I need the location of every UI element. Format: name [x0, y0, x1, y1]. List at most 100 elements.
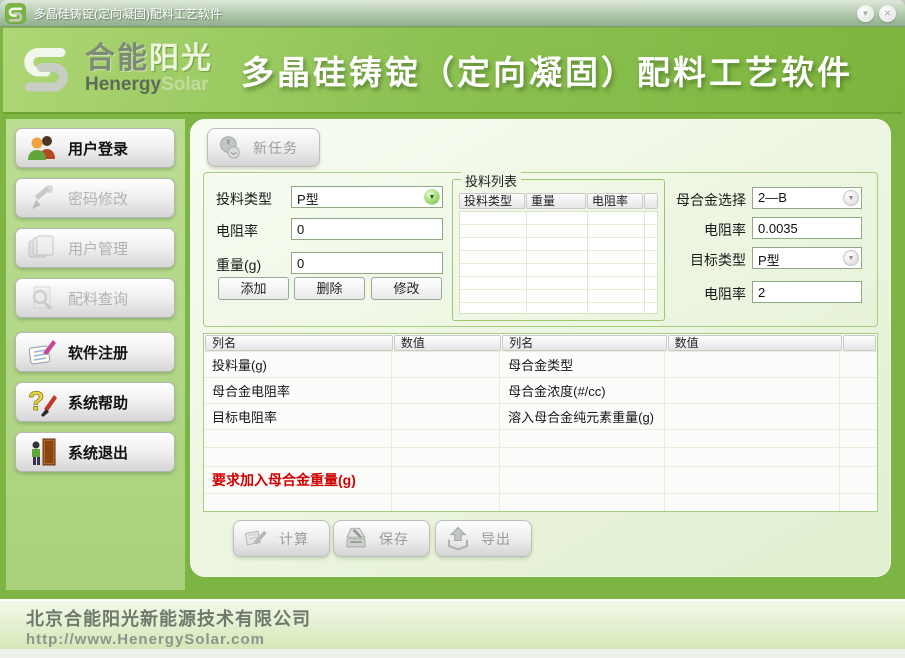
- result-col-name1[interactable]: 列名: [205, 335, 393, 351]
- sidebar-item-label: 用户管理: [68, 238, 128, 259]
- sidebar-item-system-exit[interactable]: 系统退出: [15, 432, 175, 472]
- result-cell: [500, 467, 665, 493]
- chevron-down-icon[interactable]: ▼: [424, 189, 440, 205]
- footer: 北京合能阳光新能源技术有限公司 http://www.HenergySolar.…: [0, 599, 905, 649]
- feed-list-col-type[interactable]: 投料类型: [459, 193, 525, 209]
- sidebar-item-label: 用户登录: [68, 138, 128, 159]
- sidebar: 用户登录 密码修改 用户管理: [6, 119, 185, 590]
- sidebar-item-software-register[interactable]: 软件注册: [15, 332, 175, 372]
- result-cell: [665, 404, 840, 429]
- notepad-pen-icon: [26, 336, 58, 368]
- company-name: 北京合能阳光新能源技术有限公司: [26, 605, 905, 631]
- modify-button[interactable]: 修改: [371, 277, 442, 300]
- feed-list-table[interactable]: 投料类型 重量 电阻率: [459, 193, 658, 314]
- target-type-select[interactable]: P型 ▼: [752, 247, 862, 269]
- sidebar-item-user-management[interactable]: 用户管理: [15, 228, 175, 268]
- sidebar-item-label: 密码修改: [68, 188, 128, 209]
- sidebar-item-batch-query[interactable]: 配料查询: [15, 278, 175, 318]
- result-table-header: 列名 数值 列名 数值: [204, 334, 877, 351]
- save-icon: [343, 525, 371, 553]
- table-row: 投料量(g) 母合金类型: [204, 351, 877, 377]
- new-task-label: 新任务: [253, 138, 298, 158]
- result-col-name2[interactable]: 列名: [502, 335, 666, 351]
- result-cell: [665, 352, 840, 377]
- bottom-strip: [0, 649, 905, 658]
- add-button[interactable]: 添加: [218, 277, 289, 300]
- brand-cn-part1: 合能: [85, 42, 149, 75]
- sidebar-item-user-login[interactable]: 用户登录: [15, 128, 175, 168]
- titlebar: 多晶硅铸锭(定向凝固)配料工艺软件 ▼ ×: [0, 0, 905, 27]
- result-cell: [392, 378, 500, 403]
- result-col-filler: [843, 335, 876, 351]
- brand-name-cn: 合能阳光: [85, 43, 213, 75]
- result-cell: [840, 404, 877, 429]
- result-cell: [665, 430, 840, 447]
- sidebar-item-label: 系统退出: [68, 442, 128, 463]
- result-cell: 母合金浓度(#/cc): [500, 378, 665, 403]
- result-cell: [500, 494, 665, 511]
- question-brush-icon: ?: [26, 386, 58, 418]
- export-button[interactable]: 导出: [435, 520, 532, 557]
- result-cell: 母合金电阻率: [204, 378, 392, 403]
- sidebar-item-password-change[interactable]: 密码修改: [15, 178, 175, 218]
- result-cell: [840, 430, 877, 447]
- feed-list-col-weight[interactable]: 重量: [526, 193, 586, 209]
- new-task-button[interactable]: 新任务: [207, 128, 320, 167]
- export-label: 导出: [481, 529, 511, 549]
- save-button[interactable]: 保存: [333, 520, 430, 557]
- feed-list-groupbox: 投料列表 投料类型 重量 电阻率: [452, 179, 665, 321]
- chevron-down-icon[interactable]: ▼: [843, 250, 859, 266]
- alloy-select-label: 母合金选择: [666, 190, 746, 210]
- close-button[interactable]: ×: [879, 5, 896, 22]
- result-cell: [204, 494, 392, 511]
- pen-icon: [26, 182, 58, 214]
- feed-list-body[interactable]: [459, 211, 658, 314]
- sidebar-item-system-help[interactable]: ? 系统帮助: [15, 382, 175, 422]
- feed-type-select[interactable]: P型 ▼: [291, 186, 443, 208]
- svg-text:?: ?: [28, 386, 45, 416]
- table-row: 母合金电阻率 母合金浓度(#/cc): [204, 377, 877, 403]
- alloy-select[interactable]: 2—B ▼: [752, 187, 862, 209]
- table-row: [204, 447, 877, 465]
- result-cell: [500, 430, 665, 447]
- brand-s-icon: [15, 39, 77, 99]
- table-row: [204, 429, 877, 447]
- feed-list-col-resistivity[interactable]: 电阻率: [587, 193, 643, 209]
- table-row: 目标电阻率 溶入母合金纯元素重量(g): [204, 403, 877, 429]
- result-cell: [500, 448, 665, 465]
- delete-button[interactable]: 删除: [294, 277, 365, 300]
- feed-resistivity-input[interactable]: [291, 218, 443, 240]
- result-col-value2[interactable]: 数值: [668, 335, 842, 351]
- calculate-button[interactable]: 计算: [233, 520, 330, 557]
- result-cell: [392, 467, 500, 493]
- result-col-value1[interactable]: 数值: [394, 335, 501, 351]
- feed-resistivity-label: 电阻率: [216, 221, 258, 241]
- result-cell: 投料量(g): [204, 352, 392, 377]
- sidebar-item-label: 系统帮助: [68, 392, 128, 413]
- brand-name-en: HenergySolar: [85, 75, 213, 95]
- sidebar-item-label: 软件注册: [68, 342, 128, 363]
- search-doc-icon: [26, 282, 58, 314]
- alert-cell: 要求加入母合金重量(g): [204, 467, 392, 493]
- result-cell: 目标电阻率: [204, 404, 392, 429]
- target-resistivity-input[interactable]: [752, 281, 862, 303]
- alloy-resistivity-input[interactable]: [752, 217, 862, 239]
- feed-form-panel: 投料类型 P型 ▼ 电阻率 重量(g) 添加 删除 修改 投料列表 投料类型 重…: [203, 172, 878, 327]
- result-cell: [665, 378, 840, 403]
- result-cell: [204, 430, 392, 447]
- target-resistivity-label: 电阻率: [666, 284, 746, 304]
- brand-en-part1: Henergy: [85, 74, 161, 95]
- minimize-button[interactable]: ▼: [857, 5, 874, 22]
- feed-list-title: 投料列表: [461, 171, 521, 190]
- main-panel: 新任务 投料类型 P型 ▼ 电阻率 重量(g) 添加 删除 修改 投料列表 投料…: [190, 119, 891, 577]
- result-cell: [840, 352, 877, 377]
- export-icon: [445, 525, 473, 553]
- feed-weight-label: 重量(g): [216, 255, 261, 275]
- result-cell: [204, 448, 392, 465]
- alloy-select-value: 2—B: [758, 190, 787, 205]
- chevron-down-icon[interactable]: ▼: [843, 190, 859, 206]
- page-title: 多晶硅铸锭（定向凝固）配料工艺软件: [241, 46, 853, 94]
- feed-weight-input[interactable]: [291, 252, 443, 274]
- result-cell: [840, 378, 877, 403]
- result-cell: [840, 448, 877, 465]
